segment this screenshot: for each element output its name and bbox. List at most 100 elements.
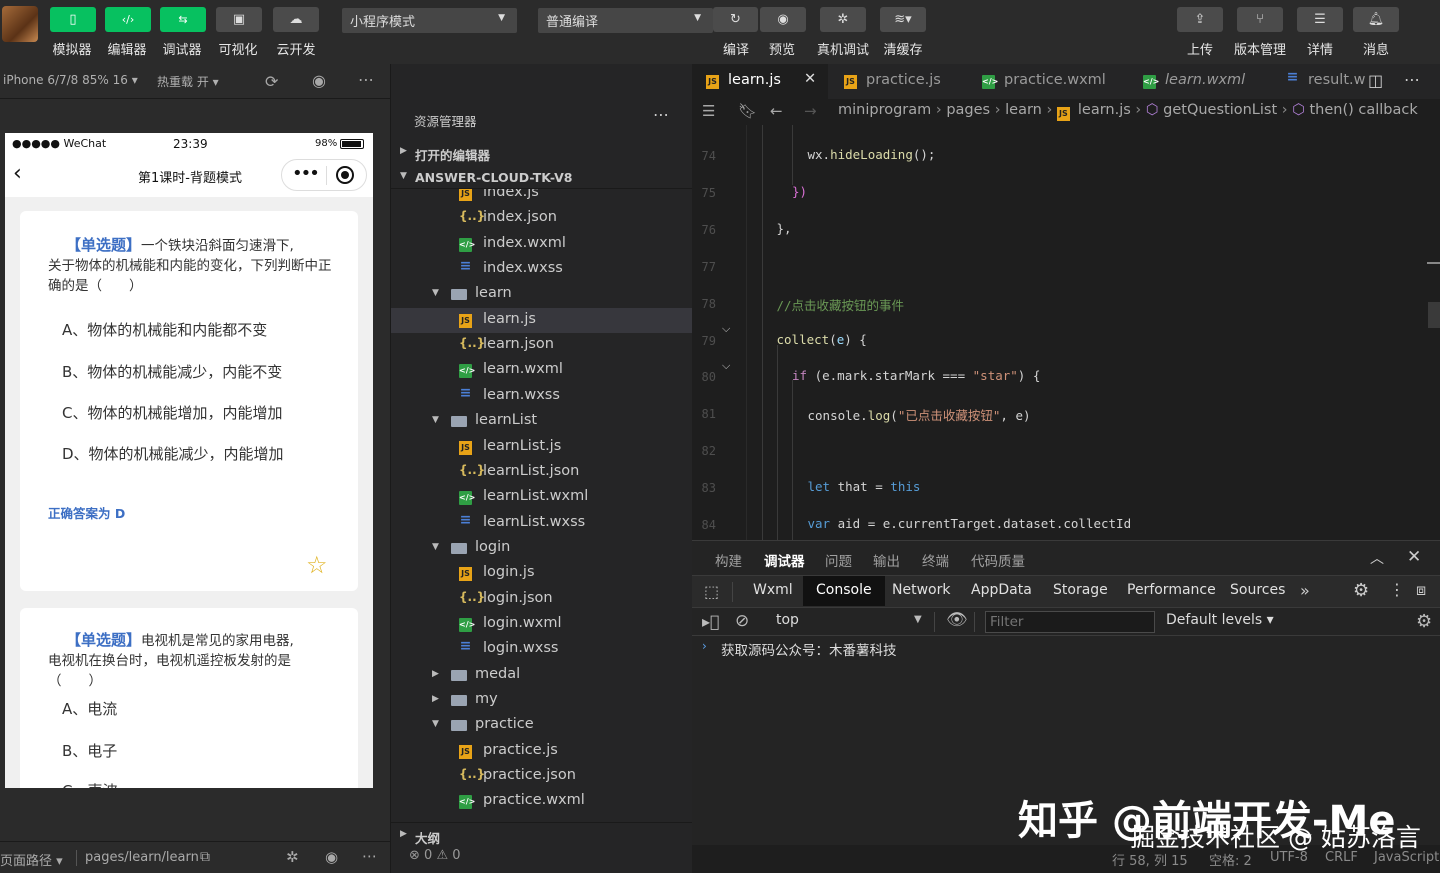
settings-icon[interactable]: ⚙ <box>1353 580 1369 601</box>
file-item[interactable]: JS learn.js <box>391 307 693 333</box>
outline-section[interactable]: ▶ 大纲 <box>391 822 693 846</box>
editor-tab[interactable]: </> learn.wxml <box>1129 64 1270 99</box>
file-item[interactable]: ≡ index.wxss <box>391 257 693 282</box>
remote-debug-button[interactable]: ✲ <box>820 7 866 32</box>
devtools-tab[interactable]: Network <box>892 576 950 606</box>
console-settings-icon[interactable]: ⚙ <box>1416 611 1432 632</box>
breadcrumb-item[interactable]: learn <box>1005 102 1042 118</box>
breadcrumb-item[interactable]: then() callback <box>1309 102 1417 118</box>
editor-tab[interactable]: JS learn.js ✕ <box>692 64 828 99</box>
bug-icon[interactable]: ✲ <box>286 848 299 866</box>
record-icon[interactable]: ◉ <box>312 73 326 89</box>
folder-item[interactable]: ▶ my <box>391 688 693 713</box>
maximize-panel-icon[interactable]: ︿ <box>1370 548 1384 568</box>
file-item[interactable]: ≡ login.wxss <box>391 637 693 662</box>
option-a[interactable]: A、物体的机械能和内能都不变 <box>62 319 267 340</box>
file-item[interactable]: JS login.js <box>391 561 693 586</box>
sidebar-toggle-icon[interactable]: ▸⃞ <box>702 612 720 631</box>
folder-item[interactable]: ▼ practice <box>391 713 693 738</box>
page-path-label[interactable]: 页面路径 ▾ <box>0 850 63 869</box>
panel-tab[interactable]: 输出 <box>873 550 900 570</box>
close-miniprogram-icon[interactable] <box>336 166 354 184</box>
file-item[interactable]: {..} learnList.json <box>391 460 693 485</box>
problems-indicator[interactable]: ⊗ 0 ⚠ 0 <box>409 848 461 863</box>
more-icon[interactable]: ⋯ <box>1404 70 1420 89</box>
cloud-dev-button[interactable]: ☁ <box>273 7 319 32</box>
bookmark-icon[interactable]: 🔖︎ <box>738 102 757 120</box>
hot-reload-toggle[interactable]: 热重载 开 ▾ <box>157 73 219 90</box>
folder-item[interactable]: ▼ login <box>391 536 693 561</box>
project-section[interactable]: ▼ ANSWER-CLOUD-TK-V8 <box>391 165 693 189</box>
devtools-tab[interactable]: Performance <box>1127 576 1216 606</box>
file-item[interactable]: ≡ learnList.wxss <box>391 511 693 536</box>
device-select[interactable]: iPhone 6/7/8 85% 16 ▾ <box>3 73 138 87</box>
eye-icon[interactable]: ◉ <box>325 848 338 866</box>
simulator-toggle-button[interactable]: ▯ <box>50 7 96 32</box>
panel-tab[interactable]: 调试器 <box>764 550 805 570</box>
more-icon[interactable]: ⋯ <box>653 105 669 124</box>
breadcrumb-item[interactable]: miniprogram <box>838 102 931 118</box>
upload-button[interactable]: ⇪ <box>1177 7 1223 32</box>
file-item[interactable]: JS index.js <box>391 189 693 206</box>
devtools-tab[interactable]: AppData <box>971 576 1032 606</box>
avatar[interactable] <box>2 6 38 42</box>
open-editors-section[interactable]: ▶ 打开的编辑器 <box>391 140 693 164</box>
devtools-tab[interactable]: Wxml <box>753 576 793 606</box>
more-dots-icon[interactable]: ••• <box>292 163 320 184</box>
folder-item[interactable]: ▼ learn <box>391 282 693 307</box>
more-icon[interactable]: ⋯ <box>362 847 377 865</box>
back-arrow-icon[interactable]: ← <box>770 102 783 120</box>
option-c[interactable]: C、物体的机械能增加，内能增加 <box>62 402 282 423</box>
mode-select[interactable]: 小程序模式 ▼ <box>342 8 517 33</box>
log-levels-select[interactable]: Default levels ▾ <box>1166 612 1274 628</box>
option-b[interactable]: B、电子 <box>62 740 117 761</box>
file-item[interactable]: JS practice.js <box>391 739 693 764</box>
close-panel-icon[interactable]: ✕ <box>1407 547 1421 567</box>
file-item[interactable]: ≡ learn.wxss <box>391 384 693 409</box>
devtools-tab[interactable]: Storage <box>1053 576 1108 606</box>
breadcrumb-item[interactable]: getQuestionList <box>1163 102 1277 118</box>
option-b[interactable]: B、物体的机械能减少，内能不变 <box>62 361 282 382</box>
eye-icon[interactable]: 👁︎ <box>946 610 968 630</box>
close-tab-icon[interactable]: ✕ <box>804 71 816 87</box>
panel-tab[interactable]: 构建 <box>715 550 742 570</box>
details-button[interactable]: ☰ <box>1297 7 1343 32</box>
fold-chevron-icon[interactable]: ⌵ <box>722 322 730 336</box>
editor-tab[interactable]: ≡ result.w <box>1272 64 1366 99</box>
compile-select[interactable]: 普通编译 ▼ <box>538 8 713 33</box>
copy-icon[interactable]: ⧉ <box>200 849 210 865</box>
file-item[interactable]: </> login.wxml <box>391 612 693 637</box>
filter-input[interactable] <box>985 611 1155 633</box>
file-item[interactable]: </> learnList.wxml <box>391 485 693 510</box>
split-editor-icon[interactable]: ◫ <box>1368 71 1383 90</box>
more-icon[interactable]: ⋯ <box>358 72 374 88</box>
context-select[interactable]: top ▼ <box>768 611 930 633</box>
editor-tab[interactable]: </> practice.wxml <box>968 64 1128 99</box>
visual-toggle-button[interactable]: ▣ <box>216 7 262 32</box>
debugger-toggle-button[interactable]: ⇆ <box>160 7 206 32</box>
devtools-tab[interactable]: Sources <box>1230 576 1285 606</box>
option-a[interactable]: A、电流 <box>62 698 117 719</box>
fold-chevron-icon[interactable]: ⌵ <box>722 359 730 373</box>
clear-cache-button[interactable]: ≋▾ <box>880 7 926 32</box>
more-tabs-icon[interactable]: » <box>1300 581 1310 600</box>
kebab-menu-icon[interactable]: ⋮ <box>1389 580 1405 599</box>
folder-item[interactable]: ▶ medal <box>391 663 693 688</box>
file-item[interactable]: </> practice.wxml <box>391 789 693 814</box>
rotate-icon[interactable]: ⟳ <box>265 74 278 90</box>
dock-icon[interactable]: ⧈ <box>1416 580 1426 600</box>
chevron-right-icon[interactable]: › <box>702 639 707 653</box>
file-item[interactable]: {..} index.json <box>391 206 693 231</box>
list-icon[interactable]: ☰ <box>702 102 715 120</box>
file-item[interactable]: </> index.wxml <box>391 232 693 257</box>
panel-tab[interactable]: 问题 <box>825 550 852 570</box>
file-item[interactable]: {..} practice.json <box>391 764 693 789</box>
star-icon[interactable]: ☆ <box>306 551 328 579</box>
compile-button[interactable]: ↻ <box>713 7 758 32</box>
file-item[interactable]: </> learn.wxml <box>391 358 693 383</box>
option-d[interactable]: D、物体的机械能减少，内能增加 <box>62 443 284 464</box>
folder-item[interactable]: ▼ learnList <box>391 409 693 434</box>
file-item[interactable]: JS learnList.js <box>391 435 693 460</box>
back-icon[interactable]: ‹ <box>13 161 22 186</box>
file-item[interactable]: {..} login.json <box>391 587 693 612</box>
